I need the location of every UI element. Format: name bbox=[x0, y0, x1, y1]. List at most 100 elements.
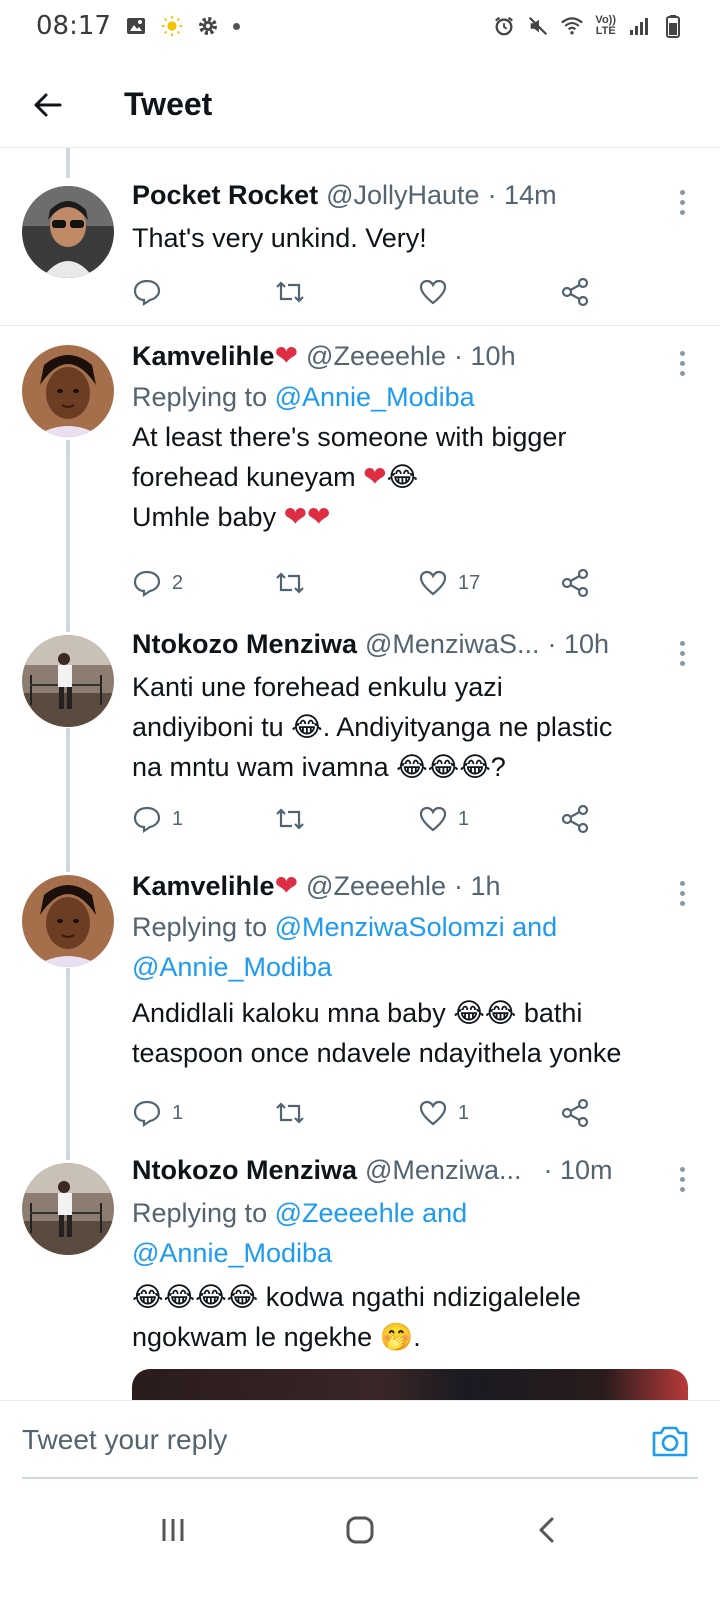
reply-button[interactable]: 1 bbox=[132, 1098, 183, 1128]
like-count: 1 bbox=[458, 807, 470, 830]
camera-icon bbox=[652, 1426, 688, 1457]
tweet[interactable]: Kamvelihle ❤ @Zeeeehle · 1h Replying to … bbox=[0, 857, 720, 1147]
like-button[interactable]: 17 bbox=[418, 568, 480, 598]
author-handle[interactable]: @JollyHaute bbox=[326, 180, 479, 211]
retweet-icon bbox=[276, 1102, 304, 1124]
reply-button[interactable]: 1 bbox=[132, 804, 183, 834]
retweet-icon bbox=[276, 808, 304, 830]
retweet-button[interactable] bbox=[274, 277, 306, 307]
heart-emoji: ❤❤ bbox=[283, 501, 331, 532]
status-time: 08:17 bbox=[36, 11, 111, 41]
retweet-icon bbox=[276, 572, 304, 594]
like-count: 1 bbox=[458, 1101, 470, 1124]
laughing-emoji: 😂😂 bbox=[453, 998, 517, 1028]
author-name[interactable]: Ntokozo Menziwa bbox=[132, 1155, 357, 1186]
more-icon[interactable] bbox=[680, 641, 688, 666]
heart-icon bbox=[419, 806, 447, 832]
reply-icon bbox=[133, 570, 161, 598]
tweet-text: At least there's someone with bigger for… bbox=[132, 422, 567, 532]
share-button[interactable] bbox=[560, 1098, 590, 1128]
reply-count: 1 bbox=[172, 1101, 184, 1124]
share-button[interactable] bbox=[560, 277, 590, 307]
recent-apps-icon bbox=[162, 1519, 184, 1541]
signal-icon bbox=[628, 15, 650, 37]
retweet-button[interactable] bbox=[274, 568, 306, 598]
replying-to: Replying to @MenziwaSolomzi and @Annie_M… bbox=[132, 907, 700, 987]
battery-icon bbox=[662, 15, 684, 38]
tweet[interactable]: Ntokozo Menziwa @MenziwaS... · 10h Kanti… bbox=[0, 617, 720, 857]
home-button[interactable] bbox=[330, 1500, 390, 1560]
heart-icon bbox=[419, 279, 447, 305]
avatar[interactable] bbox=[22, 635, 114, 727]
tweet-time: · 1h bbox=[454, 871, 501, 901]
author-name[interactable]: Ntokozo Menziwa bbox=[132, 629, 357, 660]
like-button[interactable]: 1 bbox=[418, 1098, 469, 1128]
tweet[interactable]: Ntokozo Menziwa @Menziwa... · 10m Replyi… bbox=[0, 1147, 720, 1400]
tweet[interactable]: Pocket Rocket @JollyHaute · 14m That's v… bbox=[0, 148, 720, 326]
alarm-icon bbox=[493, 15, 515, 37]
laughing-emoji: 😂 bbox=[291, 712, 323, 742]
replying-to: Replying to @Zeeeehle and @Annie_Modiba bbox=[132, 1193, 700, 1273]
retweet-button[interactable] bbox=[274, 1098, 306, 1128]
mention-link[interactable]: @Annie_Modiba bbox=[132, 947, 700, 987]
heart-emoji: ❤ bbox=[274, 340, 299, 371]
volte-icon: Vo)) LTE bbox=[595, 14, 616, 37]
author-name[interactable]: Pocket Rocket bbox=[132, 180, 318, 211]
recent-apps-button[interactable] bbox=[143, 1500, 203, 1560]
back-nav-button[interactable] bbox=[517, 1500, 577, 1560]
retweet-button[interactable] bbox=[274, 804, 306, 834]
share-icon bbox=[561, 568, 589, 598]
heart-emoji: ❤ bbox=[274, 870, 299, 901]
tweet-actions: 1 1 bbox=[132, 1095, 602, 1131]
dot-icon bbox=[232, 22, 240, 30]
chevron-left-icon bbox=[539, 1517, 554, 1543]
mute-icon bbox=[527, 15, 549, 37]
more-icon[interactable] bbox=[680, 881, 688, 906]
tweet-feed[interactable]: Pocket Rocket @JollyHaute · 14m That's v… bbox=[0, 148, 720, 1400]
avatar[interactable] bbox=[22, 1163, 114, 1255]
reply-bar: Tweet your reply bbox=[0, 1400, 720, 1479]
reply-button[interactable] bbox=[132, 277, 162, 307]
avatar[interactable] bbox=[22, 345, 114, 437]
mention-link[interactable]: @Annie_Modiba bbox=[275, 382, 475, 412]
tweet-time: · 10h bbox=[454, 341, 516, 371]
like-button[interactable] bbox=[418, 277, 448, 307]
reply-count: 2 bbox=[172, 571, 184, 594]
author-handle[interactable]: @MenziwaS... bbox=[365, 629, 539, 660]
author-handle[interactable]: @Zeeeehle bbox=[306, 871, 446, 902]
more-icon[interactable] bbox=[680, 190, 688, 215]
home-icon bbox=[346, 1516, 374, 1544]
replying-to: Replying to @Annie_Modiba bbox=[132, 382, 475, 412]
author-handle[interactable]: @Zeeeehle bbox=[306, 341, 446, 372]
face-with-hand-over-mouth-emoji: 🤭 bbox=[379, 1322, 414, 1352]
avatar[interactable] bbox=[22, 875, 114, 967]
mention-link[interactable]: @MenziwaSolomzi and bbox=[275, 912, 558, 942]
tweet-actions: 1 1 bbox=[132, 801, 602, 837]
more-icon[interactable] bbox=[680, 1167, 688, 1192]
reply-button[interactable]: 2 bbox=[132, 568, 183, 598]
laughing-emoji: 😂 bbox=[386, 462, 419, 492]
reply-input[interactable]: Tweet your reply bbox=[22, 1401, 622, 1479]
heart-icon bbox=[419, 570, 447, 596]
author-name[interactable]: Kamvelihle bbox=[132, 341, 275, 372]
avatar[interactable] bbox=[22, 186, 114, 278]
camera-button[interactable] bbox=[650, 1421, 690, 1461]
tweet[interactable]: Kamvelihle ❤ @Zeeeehle · 10h Replying to… bbox=[0, 327, 720, 617]
tweet-actions: 2 17 bbox=[132, 565, 602, 601]
share-button[interactable] bbox=[560, 804, 590, 834]
page-title: Tweet bbox=[124, 86, 213, 122]
share-button[interactable] bbox=[560, 568, 590, 598]
media-preview[interactable] bbox=[132, 1369, 688, 1400]
like-button[interactable]: 1 bbox=[418, 804, 469, 834]
status-bar: 08:17 Vo)) LTE bbox=[0, 0, 720, 52]
mention-link[interactable]: @Annie_Modiba bbox=[132, 1233, 700, 1273]
author-name[interactable]: Kamvelihle bbox=[132, 871, 275, 902]
author-handle[interactable]: @Menziwa... bbox=[365, 1155, 521, 1186]
laughing-emoji: 😂😂😂😂 bbox=[132, 1282, 259, 1312]
image-icon bbox=[125, 15, 147, 37]
more-icon[interactable] bbox=[680, 351, 688, 376]
reply-icon bbox=[133, 279, 161, 307]
mention-link[interactable]: @Zeeeehle and bbox=[275, 1198, 468, 1228]
like-count: 17 bbox=[458, 571, 481, 594]
back-button[interactable] bbox=[24, 81, 72, 129]
